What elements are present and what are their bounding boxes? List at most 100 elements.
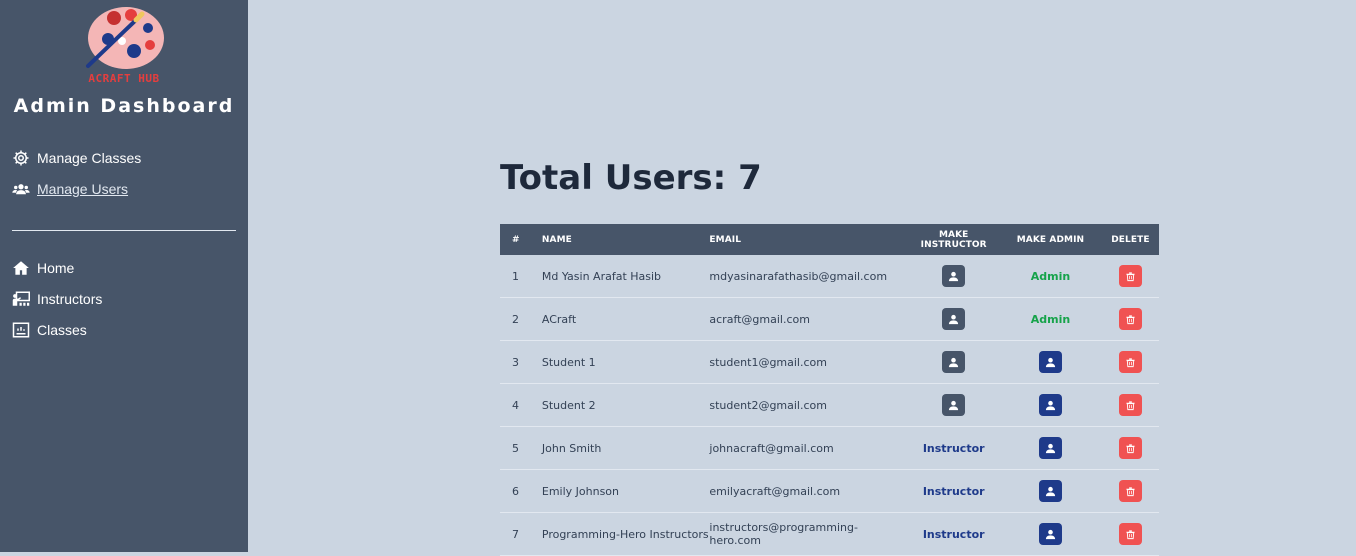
make-admin-button[interactable] — [1038, 351, 1062, 373]
delete-cell — [1101, 426, 1159, 470]
nav-home[interactable]: Home — [12, 257, 74, 279]
table-row: 4 Student 2 student2@gmail.com — [500, 383, 1159, 427]
table-row: 1 Md Yasin Arafat Hasib mdyasinarafathasib… — [500, 255, 1159, 298]
classes-icon — [12, 322, 30, 338]
table-row: 2 ACraft acraft@gmail.com Admin — [500, 297, 1159, 341]
nav-instructors[interactable]: Instructors — [12, 288, 102, 310]
make-instructor-cell — [908, 383, 1000, 427]
nav-label: Manage Classes — [37, 150, 142, 166]
col-make-instructor-header: MAKE INSTRUCTOR — [908, 224, 1000, 255]
user-name: ACraft — [541, 297, 710, 341]
user-icon — [1045, 357, 1056, 368]
make-admin-button[interactable] — [1038, 394, 1062, 416]
trash-icon — [1125, 400, 1136, 411]
admin-role-label: Admin — [1030, 312, 1071, 326]
instructor-icon — [12, 291, 30, 306]
trash-icon — [1125, 357, 1136, 368]
user-name: Emily Johnson — [541, 469, 710, 513]
delete-user-button[interactable] — [1118, 265, 1142, 287]
make-admin-cell — [999, 340, 1102, 384]
delete-user-button[interactable] — [1118, 437, 1142, 459]
table-header-row: # NAME EMAIL MAKE INSTRUCTOR MAKE ADMIN … — [500, 224, 1159, 255]
trash-icon — [1125, 443, 1136, 454]
trash-icon — [1125, 486, 1136, 497]
make-admin-button[interactable] — [1038, 437, 1062, 459]
sidebar-divider — [12, 230, 236, 231]
delete-user-button[interactable] — [1118, 480, 1142, 502]
make-instructor-button[interactable] — [942, 351, 966, 373]
page-title: Total Users: 7 — [500, 158, 762, 198]
user-icon — [1045, 400, 1056, 411]
user-email: acraft@gmail.com — [709, 297, 909, 341]
make-admin-button[interactable] — [1038, 523, 1062, 545]
row-index: 1 — [500, 255, 542, 298]
user-icon — [948, 271, 959, 282]
make-admin-cell — [999, 469, 1102, 513]
make-instructor-cell: Instructor — [908, 469, 1000, 513]
nav-label: Manage Users — [37, 181, 129, 197]
make-admin-cell — [999, 426, 1102, 470]
delete-cell — [1101, 340, 1159, 384]
user-email: instructors@programming-hero.com — [709, 512, 909, 556]
table-body: 1 Md Yasin Arafat Hasib mdyasinarafathasib… — [500, 255, 1159, 556]
nav-label: Instructors — [37, 291, 103, 307]
user-name: Md Yasin Arafat Hasib — [541, 255, 710, 298]
make-admin-cell — [999, 512, 1102, 556]
delete-user-button[interactable] — [1118, 394, 1142, 416]
users-icon — [12, 184, 30, 195]
table-row: 3 Student 1 student1@gmail.com — [500, 340, 1159, 384]
instructor-role-label: Instructor — [922, 527, 985, 541]
admin-role-label: Admin — [1030, 269, 1071, 283]
instructor-role-label: Instructor — [922, 484, 985, 498]
col-delete-header: DELETE — [1101, 224, 1159, 255]
user-name: John Smith — [541, 426, 710, 470]
make-admin-button[interactable] — [1038, 480, 1062, 502]
make-instructor-button[interactable] — [942, 265, 966, 287]
nav-label: Classes — [37, 322, 87, 338]
row-index: 6 — [500, 469, 542, 513]
sidebar: ACRAFT HUB Admin Dashboard Manage Classe… — [0, 0, 248, 552]
user-email: student1@gmail.com — [709, 340, 909, 384]
table-row: 7 Programming-Hero Instructors instructors… — [500, 512, 1159, 556]
dashboard-title: Admin Dashboard — [13, 95, 235, 117]
make-instructor-cell — [908, 297, 1000, 341]
table-row: 6 Emily Johnson emilyacraft@gmail.com Instr… — [500, 469, 1159, 513]
delete-cell — [1101, 255, 1159, 298]
trash-icon — [1125, 529, 1136, 540]
delete-cell — [1101, 469, 1159, 513]
row-index: 5 — [500, 426, 542, 470]
table-row: 5 John Smith johnacraft@gmail.com Instructo… — [500, 426, 1159, 470]
delete-cell — [1101, 383, 1159, 427]
home-icon — [13, 261, 29, 275]
gear-icon — [13, 150, 29, 166]
delete-user-button[interactable] — [1118, 308, 1142, 330]
user-icon — [948, 357, 959, 368]
col-name-header: NAME — [541, 224, 710, 255]
make-instructor-button[interactable] — [942, 308, 966, 330]
delete-cell — [1101, 297, 1159, 341]
make-instructor-cell — [908, 340, 1000, 384]
make-instructor-cell: Instructor — [908, 426, 1000, 470]
delete-user-button[interactable] — [1118, 351, 1142, 373]
delete-user-button[interactable] — [1118, 523, 1142, 545]
users-table: # NAME EMAIL MAKE INSTRUCTOR MAKE ADMIN … — [500, 224, 1159, 556]
user-email: johnacraft@gmail.com — [709, 426, 909, 470]
delete-cell — [1101, 512, 1159, 556]
user-icon — [948, 400, 959, 411]
user-icon — [1045, 529, 1056, 540]
row-index: 4 — [500, 383, 542, 427]
trash-icon — [1125, 314, 1136, 325]
make-admin-cell: Admin — [999, 255, 1102, 298]
user-name: Programming-Hero Instructors — [541, 512, 710, 556]
nav-manage-classes[interactable]: Manage Classes — [12, 147, 141, 169]
user-name: Student 2 — [541, 383, 710, 427]
row-index: 3 — [500, 340, 542, 384]
nav-classes[interactable]: Classes — [12, 319, 87, 341]
user-email: student2@gmail.com — [709, 383, 909, 427]
make-admin-cell — [999, 383, 1102, 427]
nav-manage-users[interactable]: Manage Users — [12, 178, 128, 200]
user-icon — [1045, 443, 1056, 454]
trash-icon — [1125, 271, 1136, 282]
nav-label: Home — [37, 260, 75, 276]
make-instructor-button[interactable] — [942, 394, 966, 416]
